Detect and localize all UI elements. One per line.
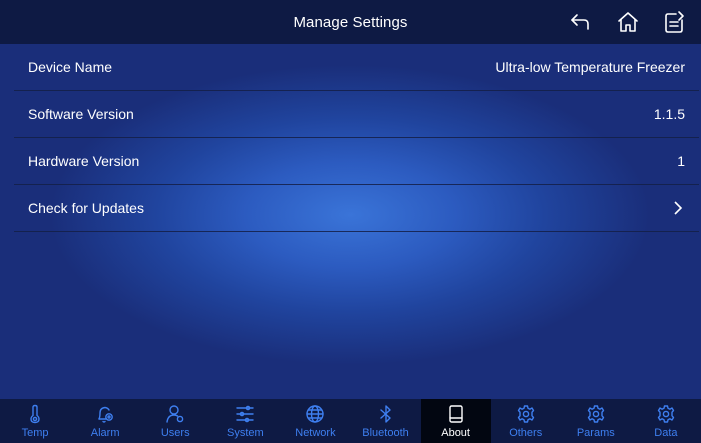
sliders-icon: [236, 405, 255, 423]
row-label: Check for Updates: [28, 200, 144, 216]
tab-others[interactable]: Others: [491, 399, 561, 443]
tab-label: Users: [160, 427, 190, 439]
tab-temp[interactable]: Temp: [0, 399, 70, 443]
globe-icon: [306, 405, 325, 423]
gear-icon: [587, 405, 604, 423]
tab-label: Alarm: [90, 427, 120, 439]
row-value: 1: [677, 153, 685, 169]
settings-list: Device Name Ultra-low Temperature Freeze…: [14, 44, 699, 232]
tab-about[interactable]: About: [420, 399, 491, 443]
clipboard-edit-icon: [665, 11, 684, 33]
back-button[interactable]: [567, 9, 593, 35]
tab-bluetooth[interactable]: Bluetooth: [350, 399, 420, 443]
chevron-right-icon: [671, 200, 699, 216]
notes-button[interactable]: [661, 9, 687, 35]
check-updates-row[interactable]: Check for Updates: [14, 185, 699, 232]
row-label: Device Name: [28, 59, 113, 75]
hardware-version-row: Hardware Version 1: [14, 138, 699, 185]
bottom-tab-bar: Temp Alarm Users System Network Bluetoot…: [0, 399, 701, 443]
software-version-row: Software Version 1.1.5: [14, 91, 699, 138]
tab-label: About: [441, 427, 470, 439]
tab-network[interactable]: Network: [280, 399, 350, 443]
tab-params[interactable]: Params: [561, 399, 631, 443]
back-arrow-icon: [571, 14, 589, 30]
tablet-icon: [448, 405, 463, 423]
home-button[interactable]: [615, 9, 641, 35]
thermometer-icon: [30, 404, 40, 424]
row-value: 1.1.5: [653, 106, 685, 122]
tab-label: Data: [654, 427, 678, 439]
tab-label: Temp: [21, 427, 49, 439]
tab-label: Others: [509, 427, 543, 439]
device-name-row: Device Name Ultra-low Temperature Freeze…: [14, 44, 699, 91]
tab-label: System: [226, 427, 264, 439]
alarm-bell-icon: [98, 406, 114, 423]
row-value: Ultra-low Temperature Freezer: [495, 59, 685, 75]
home-icon: [618, 12, 638, 32]
tab-label: Bluetooth: [362, 427, 409, 439]
tab-users[interactable]: Users: [140, 399, 210, 443]
tab-label: Network: [295, 427, 336, 439]
users-icon: [166, 405, 184, 423]
tab-system[interactable]: System: [210, 399, 280, 443]
row-label: Software Version: [28, 106, 134, 122]
page-title: Manage Settings: [293, 13, 408, 31]
tab-alarm[interactable]: Alarm: [70, 399, 140, 443]
header-bar: Manage Settings: [0, 0, 701, 44]
bluetooth-icon: [379, 405, 391, 423]
row-label: Hardware Version: [28, 153, 140, 169]
tab-label: Params: [576, 427, 615, 439]
tab-data[interactable]: Data: [631, 399, 701, 443]
gear-icon: [657, 405, 675, 423]
gear-icon: [517, 405, 534, 423]
